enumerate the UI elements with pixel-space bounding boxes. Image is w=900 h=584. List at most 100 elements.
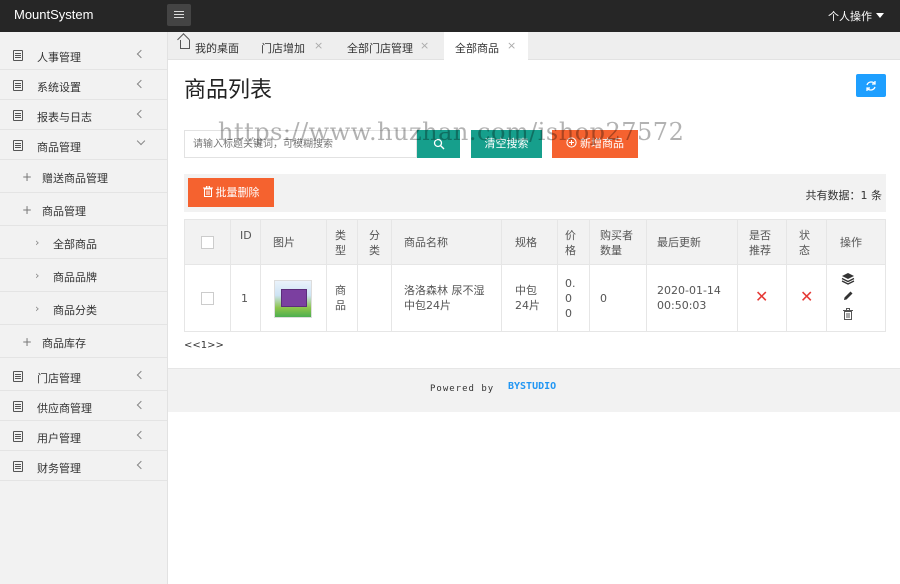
sidebar-subitem-label: 商品管理 [42,205,86,218]
sidebar-subitem-label: 全部商品 [53,238,97,251]
sidebar-item-stores[interactable]: 门店管理 [0,361,167,391]
sidebar-item-label: 财务管理 [37,462,81,475]
chevron-left-icon [136,370,146,380]
tab-label: 我的桌面 [195,42,239,55]
top-bar: MountSystem 个人操作 [0,0,900,32]
document-icon [13,80,23,91]
chevron-right-icon: › [35,269,40,282]
trash-icon [202,185,213,197]
sidebar-subitem-inventory[interactable]: + 商品库存 [0,325,167,358]
product-table: ID 图片 类型 分类 商品名称 规格 价格 购买者数量 最后更新 是否推荐 状… [184,219,886,332]
chevron-left-icon [136,79,146,89]
tab-all-products[interactable]: 全部商品 × [444,32,528,60]
document-icon [13,371,23,382]
sidebar-item-hr[interactable]: 人事管理 [0,40,167,70]
chevron-right-icon: › [35,302,40,315]
chevron-left-icon [136,49,146,59]
user-menu[interactable]: 个人操作 [828,8,884,24]
column-header-status: 状态 [799,229,810,257]
sidebar-subitem-label: 商品库存 [42,337,86,350]
watermark-text: https://www.huzhan.com/ishop27572 [218,118,685,146]
document-icon [13,50,23,61]
status-disabled-icon[interactable]: ✕ [800,287,813,306]
sidebar-subitem-label: 商品品牌 [53,271,97,284]
row-checkbox[interactable] [201,292,214,305]
column-header-spec: 规格 [515,236,537,249]
refresh-icon [866,81,876,91]
chevron-left-icon [136,109,146,119]
column-header-recommended: 是否推荐 [749,229,771,257]
tab-all-stores[interactable]: 全部门店管理 × [347,32,437,60]
column-header-image: 图片 [273,236,295,249]
tab-bar: 我的桌面 门店增加 × 全部门店管理 × 全部商品 × [168,32,900,60]
sidebar-item-label: 报表与日志 [37,111,92,124]
cell-name: 洛洛森林 尿不湿中包24片 [404,284,485,312]
tab-label: 全部门店管理 [347,42,413,55]
select-all-checkbox[interactable] [201,236,214,249]
sidebar-subitem-gift-products[interactable]: + 赠送商品管理 [0,160,167,193]
cell-type: 商品 [335,284,346,312]
column-header-updated: 最后更新 [657,236,701,249]
layers-icon[interactable] [841,272,855,285]
column-header-name: 商品名称 [404,236,448,249]
sidebar-item-settings[interactable]: 系统设置 [0,70,167,100]
tab-label: 门店增加 [261,42,305,55]
batch-delete-label: 批量删除 [215,186,260,199]
sidebar-item-suppliers[interactable]: 供应商管理 [0,391,167,421]
batch-delete-button[interactable]: 批量删除 [188,178,274,207]
cell-updated: 2020-01-14 00:50:03 [657,284,721,312]
user-menu-label: 个人操作 [828,10,872,23]
close-icon[interactable]: × [507,39,516,52]
column-header-actions: 操作 [840,236,862,249]
sidebar-subitem-brands[interactable]: › 商品品牌 [0,259,167,292]
sidebar-item-products[interactable]: 商品管理 [0,130,167,160]
refresh-button[interactable] [856,74,886,97]
not-recommended-icon[interactable]: ✕ [755,287,768,306]
edit-icon[interactable] [842,290,854,302]
cell-spec: 中包24片 [515,284,540,312]
document-icon [13,461,23,472]
document-icon [13,110,23,121]
chevron-left-icon [136,430,146,440]
page-title: 商品列表 [184,78,273,103]
menu-toggle-button[interactable] [167,4,191,26]
tab-store-add[interactable]: 门店增加 × [261,32,331,60]
sidebar-item-label: 商品管理 [37,141,81,154]
chevron-down-icon [136,136,146,146]
plus-icon: + [22,203,33,217]
product-thumbnail[interactable] [274,280,312,318]
tab-desktop[interactable]: 我的桌面 [180,32,260,60]
document-icon [13,431,23,442]
close-icon[interactable]: × [420,39,429,52]
chevron-left-icon [136,400,146,410]
sidebar-item-reports[interactable]: 报表与日志 [0,100,167,130]
document-icon [13,401,23,412]
sidebar-subitem-product-management[interactable]: + 商品管理 [0,193,167,226]
sidebar-item-label: 门店管理 [37,372,81,385]
table-toolbar [184,174,886,212]
caret-down-icon [876,13,884,18]
plus-icon: + [22,335,33,349]
brand-logo[interactable]: MountSystem [14,7,93,22]
column-header-buyers: 购买者数量 [600,229,633,257]
sidebar-item-label: 系统设置 [37,81,81,94]
column-header-type: 类型 [335,229,346,257]
sidebar-subitem-label: 赠送商品管理 [42,172,108,185]
trash-icon[interactable] [842,308,854,320]
sidebar-subitem-all-products[interactable]: › 全部商品 [0,226,167,259]
sidebar-subitem-categories[interactable]: › 商品分类 [0,292,167,325]
powered-by-text: Powered by [430,384,495,394]
sidebar-item-label: 人事管理 [37,51,81,64]
document-icon [13,140,23,151]
tab-label: 全部商品 [455,42,499,55]
plus-icon: + [22,170,33,184]
pagination[interactable]: <<1>> [184,340,224,351]
close-icon[interactable]: × [314,39,323,52]
sidebar-item-finance[interactable]: 财务管理 [0,451,167,481]
sidebar-item-label: 供应商管理 [37,402,92,415]
column-header-category: 分类 [369,229,380,257]
sidebar: 人事管理 系统设置 报表与日志 商品管理 + 赠送商品管理 + 商品管理 › 全… [0,32,168,584]
sidebar-subitem-label: 商品分类 [53,304,97,317]
cell-buyers: 0 [600,292,607,305]
sidebar-item-users[interactable]: 用户管理 [0,421,167,451]
